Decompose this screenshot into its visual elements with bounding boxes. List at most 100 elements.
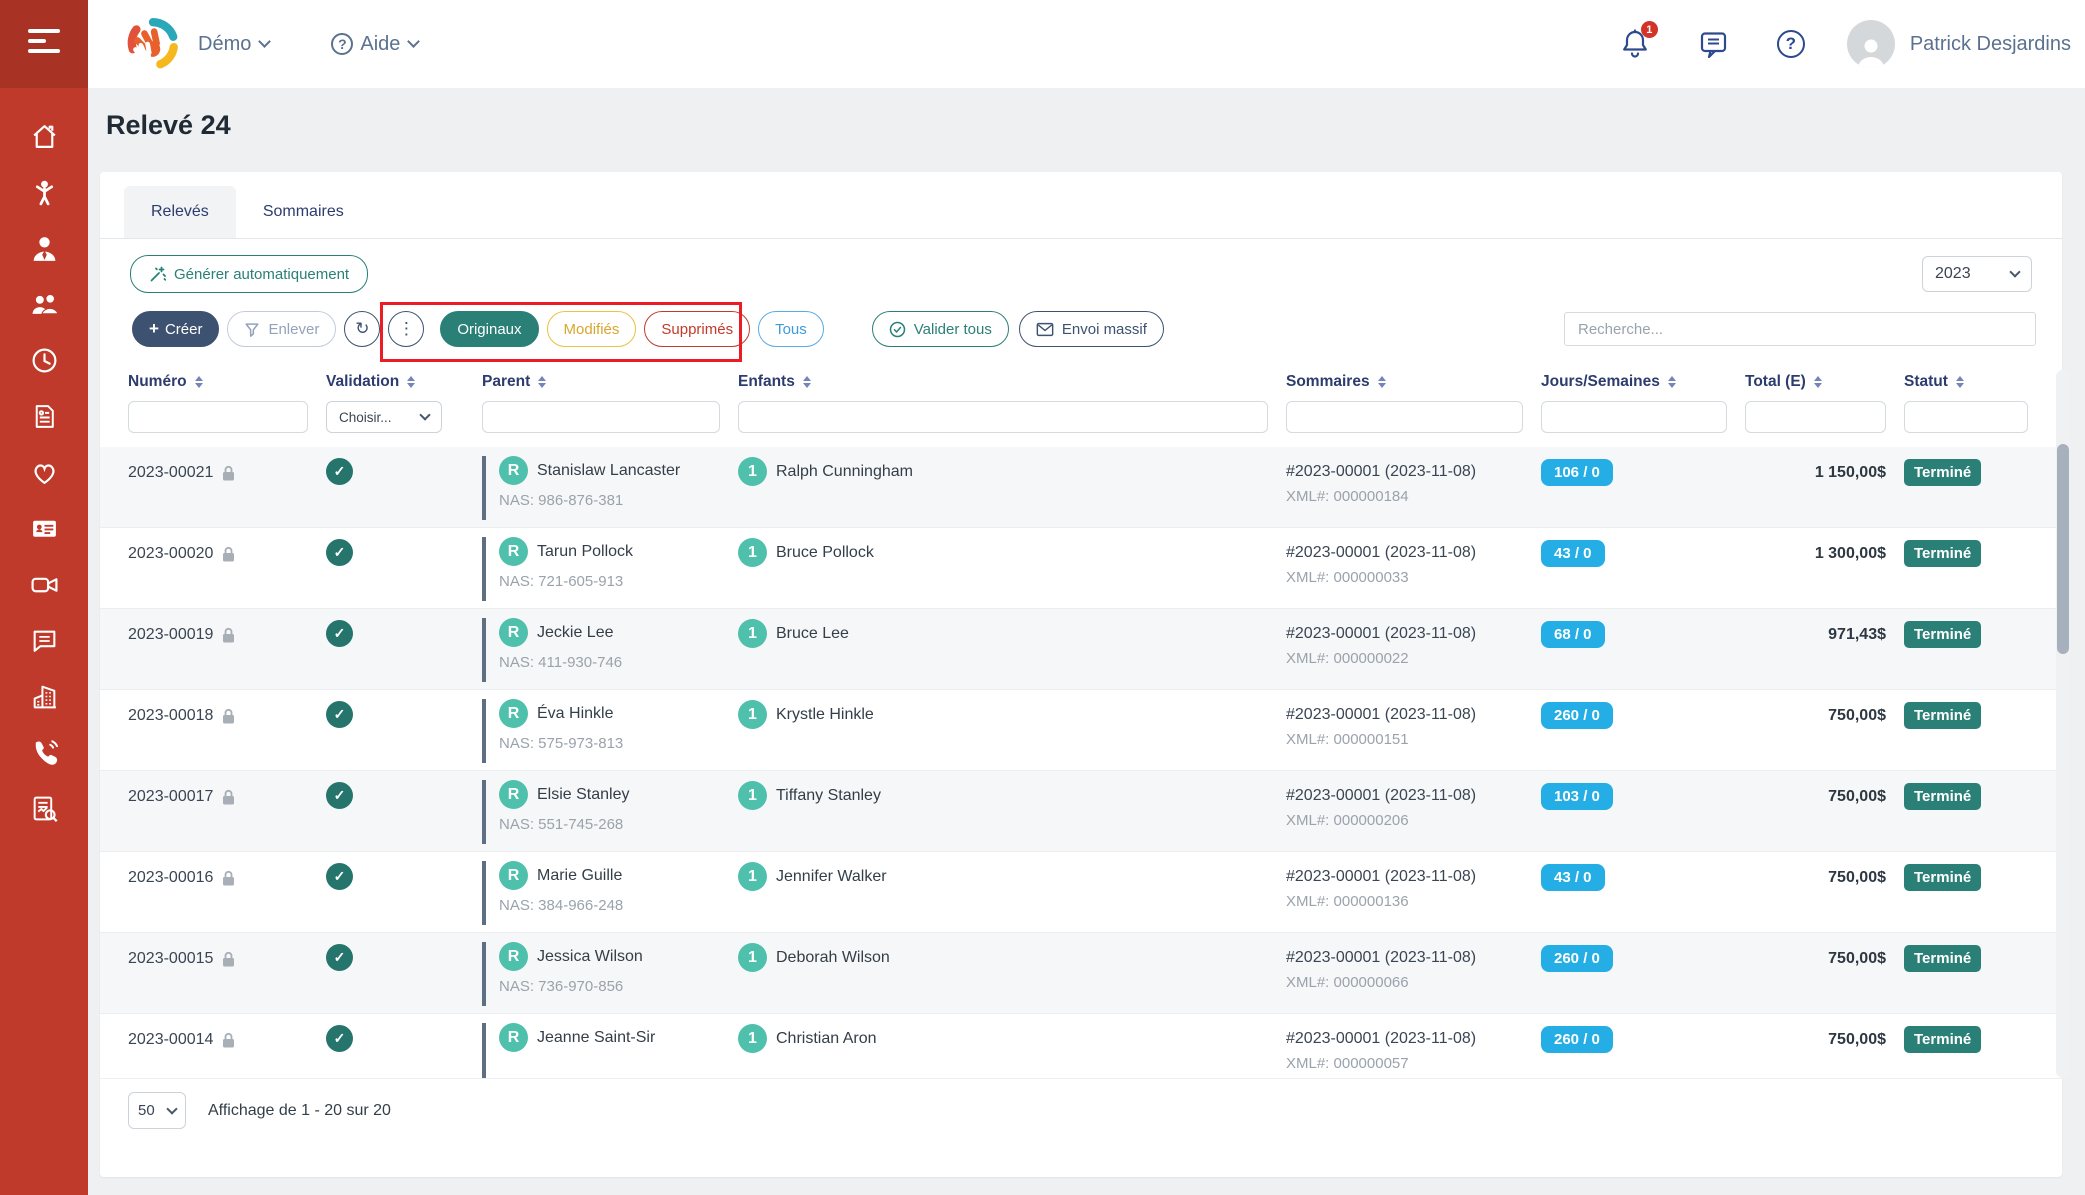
table-row[interactable]: 2023-00016 ✓ RMarie GuilleNAS: 384-966-2…: [100, 852, 2062, 933]
pagination-summary: Affichage de 1 - 20 sur 20: [208, 1102, 391, 1120]
col-header-statut[interactable]: Statut: [1904, 373, 2046, 391]
filter-tous[interactable]: Tous: [758, 311, 824, 347]
content-card: Relevés Sommaires Générer automatiquemen…: [100, 172, 2062, 1177]
table-body: 2023-00021 ✓ RStanislaw LancasterNAS: 98…: [100, 447, 2062, 1078]
filter-validation-select[interactable]: Choisir...: [326, 401, 442, 433]
col-header-validation[interactable]: Validation: [326, 373, 482, 391]
sidebar-menu-toggle[interactable]: [0, 0, 88, 88]
chevron-down-icon: [419, 409, 430, 420]
building-icon: [30, 682, 59, 716]
remove-button[interactable]: Enlever: [227, 311, 336, 347]
filter-total-input[interactable]: [1745, 401, 1886, 433]
sort-icon: [1668, 376, 1676, 388]
filter-originaux[interactable]: Originaux: [440, 311, 538, 347]
parent-avatar: R: [499, 780, 528, 809]
tab-sommaires[interactable]: Sommaires: [236, 186, 371, 238]
table-row[interactable]: 2023-00014 ✓ RJeanne Saint-Sir 1Christia…: [100, 1014, 2062, 1078]
help-menu[interactable]: ? Aide: [331, 33, 418, 56]
sidebar-item-organization[interactable]: [29, 684, 59, 714]
support-button[interactable]: ?: [1777, 30, 1805, 58]
col-header-parent[interactable]: Parent: [482, 373, 738, 391]
days-badge: 103 / 0: [1541, 783, 1613, 810]
sidebar-item-health[interactable]: [29, 460, 59, 490]
lock-icon: [222, 708, 235, 724]
sidebar-item-schedule[interactable]: [29, 348, 59, 378]
filter-modifies[interactable]: Modifiés: [547, 311, 637, 347]
avatar[interactable]: [1847, 20, 1895, 68]
filter-supprimes[interactable]: Supprimés: [644, 311, 750, 347]
sidebar-item-children[interactable]: [29, 180, 59, 210]
sidebar-item-notes[interactable]: [29, 404, 59, 434]
table-row[interactable]: 2023-00017 ✓ RElsie StanleyNAS: 551-745-…: [100, 771, 2062, 852]
table-row[interactable]: 2023-00019 ✓ RJeckie LeeNAS: 411-930-746…: [100, 609, 2062, 690]
search-input[interactable]: [1564, 312, 2036, 346]
refresh-button[interactable]: ↻: [344, 311, 380, 347]
table-row[interactable]: 2023-00020 ✓ RTarun PollockNAS: 721-605-…: [100, 528, 2062, 609]
notifications-button[interactable]: 1: [1620, 28, 1650, 60]
col-header-enfants[interactable]: Enfants: [738, 373, 1286, 391]
col-header-sommaires[interactable]: Sommaires: [1286, 373, 1541, 391]
page-size-select[interactable]: 50: [128, 1092, 186, 1129]
sidebar-item-reports[interactable]: [29, 796, 59, 826]
plus-icon: +: [149, 319, 159, 339]
lock-icon: [222, 546, 235, 562]
sidebar-item-video[interactable]: [29, 572, 59, 602]
table-row[interactable]: 2023-00015 ✓ RJessica WilsonNAS: 736-970…: [100, 933, 2062, 1014]
status-badge: Terminé: [1904, 621, 1981, 648]
sidebar-item-contacts[interactable]: [29, 516, 59, 546]
brand-menu[interactable]: Démo: [198, 33, 269, 56]
table-footer: 50 Affichage de 1 - 20 sur 20: [100, 1078, 2062, 1129]
user-name[interactable]: Patrick Desjardins: [1910, 33, 2071, 56]
filter-jours-input[interactable]: [1541, 401, 1727, 433]
more-actions-button[interactable]: ⋮: [388, 311, 424, 347]
table-scrollbar[interactable]: [2056, 370, 2070, 1078]
sidebar-item-groups[interactable]: [29, 292, 59, 322]
sort-icon: [1378, 376, 1386, 388]
validated-check-icon: ✓: [326, 782, 353, 809]
year-select[interactable]: 2023: [1922, 256, 2032, 292]
days-badge: 260 / 0: [1541, 702, 1613, 729]
phone-icon: [30, 738, 59, 772]
educator-icon: [30, 234, 59, 268]
generate-auto-button[interactable]: Générer automatiquement: [130, 255, 368, 293]
home-icon: [30, 122, 59, 156]
days-badge: 43 / 0: [1541, 540, 1605, 567]
status-badge: Terminé: [1904, 540, 1981, 567]
app-logo[interactable]: [126, 17, 180, 71]
messages-button[interactable]: [1698, 29, 1729, 60]
child-avatar: 1: [738, 862, 767, 891]
col-header-jours[interactable]: Jours/Semaines: [1541, 373, 1745, 391]
year-selected-value: 2023: [1935, 265, 1971, 283]
filter-sommaires-input[interactable]: [1286, 401, 1523, 433]
create-button[interactable]: +Créer: [132, 311, 219, 347]
lock-icon: [222, 870, 235, 886]
sort-icon: [1956, 376, 1964, 388]
sidebar-item-educators[interactable]: [29, 236, 59, 266]
table-row[interactable]: 2023-00021 ✓ RStanislaw LancasterNAS: 98…: [100, 447, 2062, 528]
filter-numero-input[interactable]: [128, 401, 308, 433]
filter-statut-input[interactable]: [1904, 401, 2028, 433]
sort-icon: [1814, 376, 1822, 388]
validate-all-button[interactable]: Valider tous: [872, 311, 1009, 347]
sidebar-item-home[interactable]: [29, 124, 59, 154]
table-row[interactable]: 2023-00018 ✓ RÉva HinkleNAS: 575-973-813…: [100, 690, 2062, 771]
filter-enfants-input[interactable]: [738, 401, 1268, 433]
validated-check-icon: ✓: [326, 944, 353, 971]
col-header-total[interactable]: Total (E): [1745, 373, 1904, 391]
tab-releves[interactable]: Relevés: [124, 186, 236, 238]
hamburger-icon: [28, 29, 60, 59]
filter-parent-input[interactable]: [482, 401, 720, 433]
col-header-numero[interactable]: Numéro: [128, 373, 326, 391]
sort-icon: [538, 376, 546, 388]
funnel-icon: [244, 321, 260, 337]
sidebar-item-calls[interactable]: [29, 740, 59, 770]
validated-check-icon: ✓: [326, 539, 353, 566]
sidebar-item-messages[interactable]: [29, 628, 59, 658]
mass-send-button[interactable]: Envoi massif: [1019, 311, 1164, 347]
heart-icon: [30, 458, 59, 492]
group-icon: [30, 290, 59, 324]
child-avatar: 1: [738, 619, 767, 648]
days-badge: 260 / 0: [1541, 945, 1613, 972]
message-icon: [1698, 29, 1729, 60]
scrollbar-thumb[interactable]: [2057, 444, 2069, 654]
